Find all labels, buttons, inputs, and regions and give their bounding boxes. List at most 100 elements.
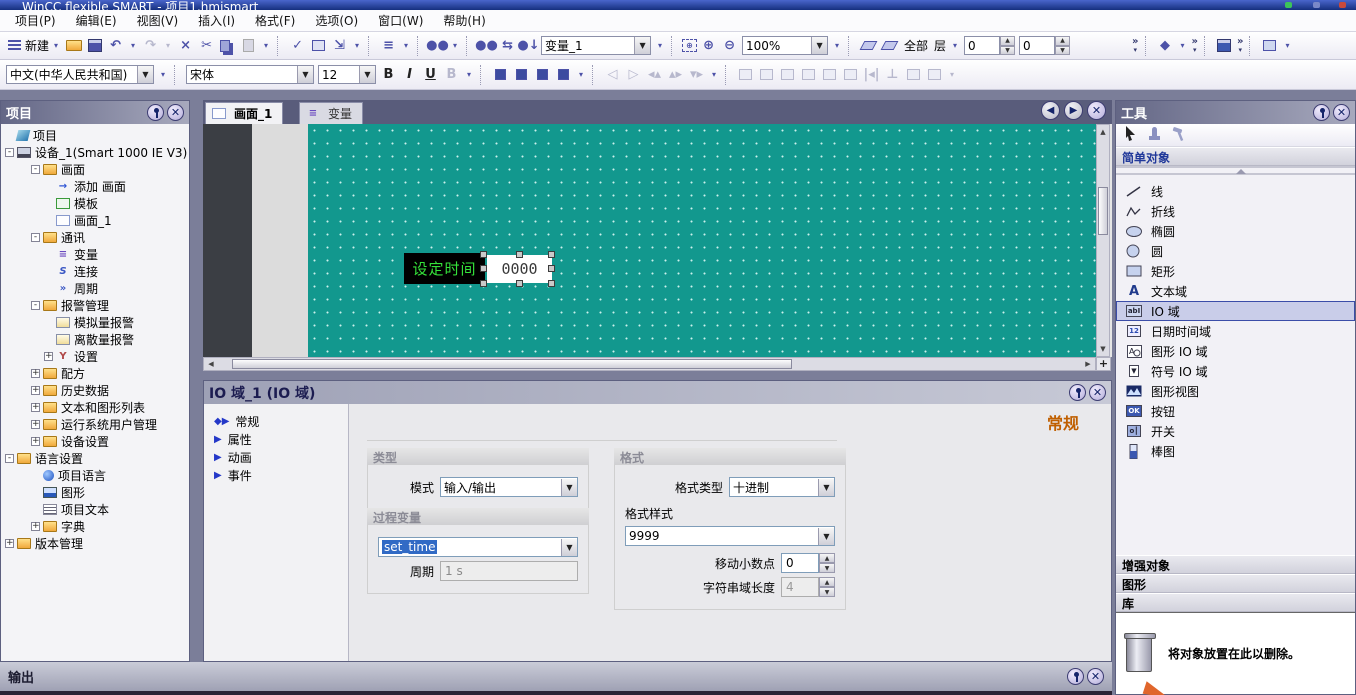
layer-up-icon[interactable]: [880, 36, 899, 55]
chevron-down-icon[interactable]: ▼: [811, 37, 827, 54]
collapse-icon[interactable]: -: [31, 233, 40, 242]
chevron-down-icon[interactable]: ▼: [634, 37, 650, 54]
zoom-area-icon[interactable]: ⊕: [682, 39, 697, 52]
redo-icon[interactable]: ↷: [141, 36, 160, 55]
collapse-icon[interactable]: -: [31, 165, 40, 174]
output-panel-header[interactable]: 输出 ✕: [0, 662, 1112, 691]
spin-up-icon[interactable]: ▲: [1000, 36, 1015, 46]
tool-polyline[interactable]: 折线: [1116, 201, 1355, 221]
align-right-icon[interactable]: [778, 65, 797, 84]
new-screen-icon[interactable]: [5, 36, 24, 55]
selection-handle[interactable]: [480, 280, 487, 287]
chevron-down-icon[interactable]: ▾: [708, 65, 720, 84]
same-width-icon[interactable]: |◂|: [862, 65, 881, 84]
chevron-down-icon[interactable]: ▾: [831, 36, 843, 55]
selection-handle[interactable]: [548, 251, 555, 258]
selection-handle[interactable]: [516, 251, 523, 258]
expand-icon[interactable]: +: [31, 369, 40, 378]
tree-item-text-graphic-lists[interactable]: +文本和图形列表: [1, 399, 189, 416]
tree-item-graphics[interactable]: 图形: [1, 484, 189, 501]
tree-item-tags[interactable]: ≡变量: [1, 246, 189, 263]
collapse-handle[interactable]: [1116, 166, 1355, 175]
shift-decimal-spinner[interactable]: 0 ▲▼: [781, 553, 835, 573]
nav-events[interactable]: ▶事件: [204, 466, 348, 484]
chevron-down-icon[interactable]: ▼: [561, 539, 577, 556]
tree-item-alarm-management[interactable]: -报警管理: [1, 297, 189, 314]
chevron-down-icon[interactable]: ▼: [818, 479, 834, 496]
tool-bar-graph[interactable]: 棒图: [1116, 441, 1355, 461]
text-field-object[interactable]: 设定时间: [404, 253, 485, 284]
tool-datetime-field[interactable]: 12日期时间域: [1116, 321, 1355, 341]
close-icon[interactable]: ✕: [1087, 101, 1106, 120]
tab-screen-1[interactable]: 画面_1: [205, 102, 283, 124]
rotate-left-icon[interactable]: ◂▴: [645, 65, 664, 84]
toolbar-overflow-icon[interactable]: »▾: [1237, 38, 1243, 54]
toolbar-overflow-icon[interactable]: »▾: [1192, 38, 1198, 54]
vertical-scroll-thumb[interactable]: [1098, 187, 1108, 235]
selection-handle[interactable]: [548, 280, 555, 287]
toolbar-overflow-icon[interactable]: »▾: [1132, 38, 1138, 54]
tree-item-discrete-alarms[interactable]: 离散量报警: [1, 331, 189, 348]
chevron-down-icon[interactable]: ▼: [137, 66, 153, 83]
tool-switch[interactable]: o⎮开关: [1116, 421, 1355, 441]
layers-all-button[interactable]: 全部: [904, 37, 928, 54]
tool-io-field[interactable]: abIIO 域: [1116, 301, 1355, 321]
tree-item-add-screen[interactable]: →添加 画面: [1, 178, 189, 195]
layer-button[interactable]: 层: [934, 37, 946, 54]
delete-icon[interactable]: ×: [176, 36, 195, 55]
align-center-icon[interactable]: [757, 65, 776, 84]
tree-item-screen-1[interactable]: 画面_1: [1, 212, 189, 229]
title-bar[interactable]: WinCC flexible SMART - 项目1.hmismart: [0, 0, 1356, 10]
align-middle-icon[interactable]: [820, 65, 839, 84]
nav-animations[interactable]: ▶动画: [204, 448, 348, 466]
italic-icon[interactable]: I: [400, 65, 419, 84]
align-top-icon[interactable]: [799, 65, 818, 84]
spin-up-icon[interactable]: ▲: [819, 553, 835, 563]
close-icon[interactable]: ✕: [1333, 104, 1350, 121]
flip-right-icon[interactable]: ▷: [624, 65, 643, 84]
pointer-icon[interactable]: [1124, 126, 1137, 144]
scroll-right-icon[interactable]: ▶: [1082, 359, 1094, 369]
menu-insert[interactable]: 插入(I): [189, 10, 244, 31]
scroll-up-icon[interactable]: ▲: [1098, 126, 1108, 138]
section-library[interactable]: 库: [1116, 593, 1355, 612]
horizontal-scrollbar[interactable]: ◀ ▶: [203, 357, 1096, 371]
chevron-down-icon[interactable]: ▾: [449, 36, 461, 55]
chevron-down-icon[interactable]: ▼: [359, 66, 375, 83]
tool-line[interactable]: 线: [1116, 181, 1355, 201]
maximize-icon[interactable]: [1313, 2, 1320, 8]
pan-icon[interactable]: +: [1096, 357, 1111, 371]
nav-properties[interactable]: ▶属性: [204, 430, 348, 448]
chevron-down-icon[interactable]: ▾: [351, 36, 363, 55]
same-height-icon[interactable]: ⊥: [883, 65, 902, 84]
open-icon[interactable]: [64, 36, 83, 55]
chevron-down-icon[interactable]: ▾: [654, 36, 666, 55]
hmi-screen[interactable]: 设定时间 0000: [308, 124, 1096, 357]
menu-format[interactable]: 格式(F): [246, 10, 304, 31]
tree-item-historical-data[interactable]: +历史数据: [1, 382, 189, 399]
pin-icon[interactable]: [147, 104, 164, 121]
chevron-down-icon[interactable]: ▼: [561, 479, 577, 496]
replace-icon[interactable]: ⇆: [498, 36, 517, 55]
remove-from-group-icon[interactable]: [554, 65, 573, 84]
spin-up-icon[interactable]: ▲: [1055, 36, 1070, 46]
collapse-icon[interactable]: -: [5, 454, 14, 463]
paste-icon[interactable]: [239, 36, 258, 55]
section-simple-objects[interactable]: 简单对象: [1116, 147, 1355, 166]
minimize-icon[interactable]: [1285, 2, 1292, 8]
tree-item-template[interactable]: 模板: [1, 195, 189, 212]
zoom-out-icon[interactable]: ⊖: [720, 36, 739, 55]
menu-help[interactable]: 帮助(H): [434, 10, 494, 31]
chevron-down-icon[interactable]: ▾: [949, 36, 961, 55]
ungroup-icon[interactable]: [512, 65, 531, 84]
expand-icon[interactable]: +: [31, 437, 40, 446]
find-down-icon[interactable]: ●↓: [519, 36, 538, 55]
menu-view[interactable]: 视图(V): [128, 10, 188, 31]
cut-icon[interactable]: ✂: [197, 36, 216, 55]
bold-icon[interactable]: B: [379, 65, 398, 84]
tree-item-dictionaries[interactable]: +字典: [1, 518, 189, 535]
sort-icon[interactable]: ≡: [379, 36, 398, 55]
chevron-down-icon[interactable]: ▼: [297, 66, 313, 83]
tree-item-screens[interactable]: -画面: [1, 161, 189, 178]
form-view-icon[interactable]: [1260, 36, 1279, 55]
